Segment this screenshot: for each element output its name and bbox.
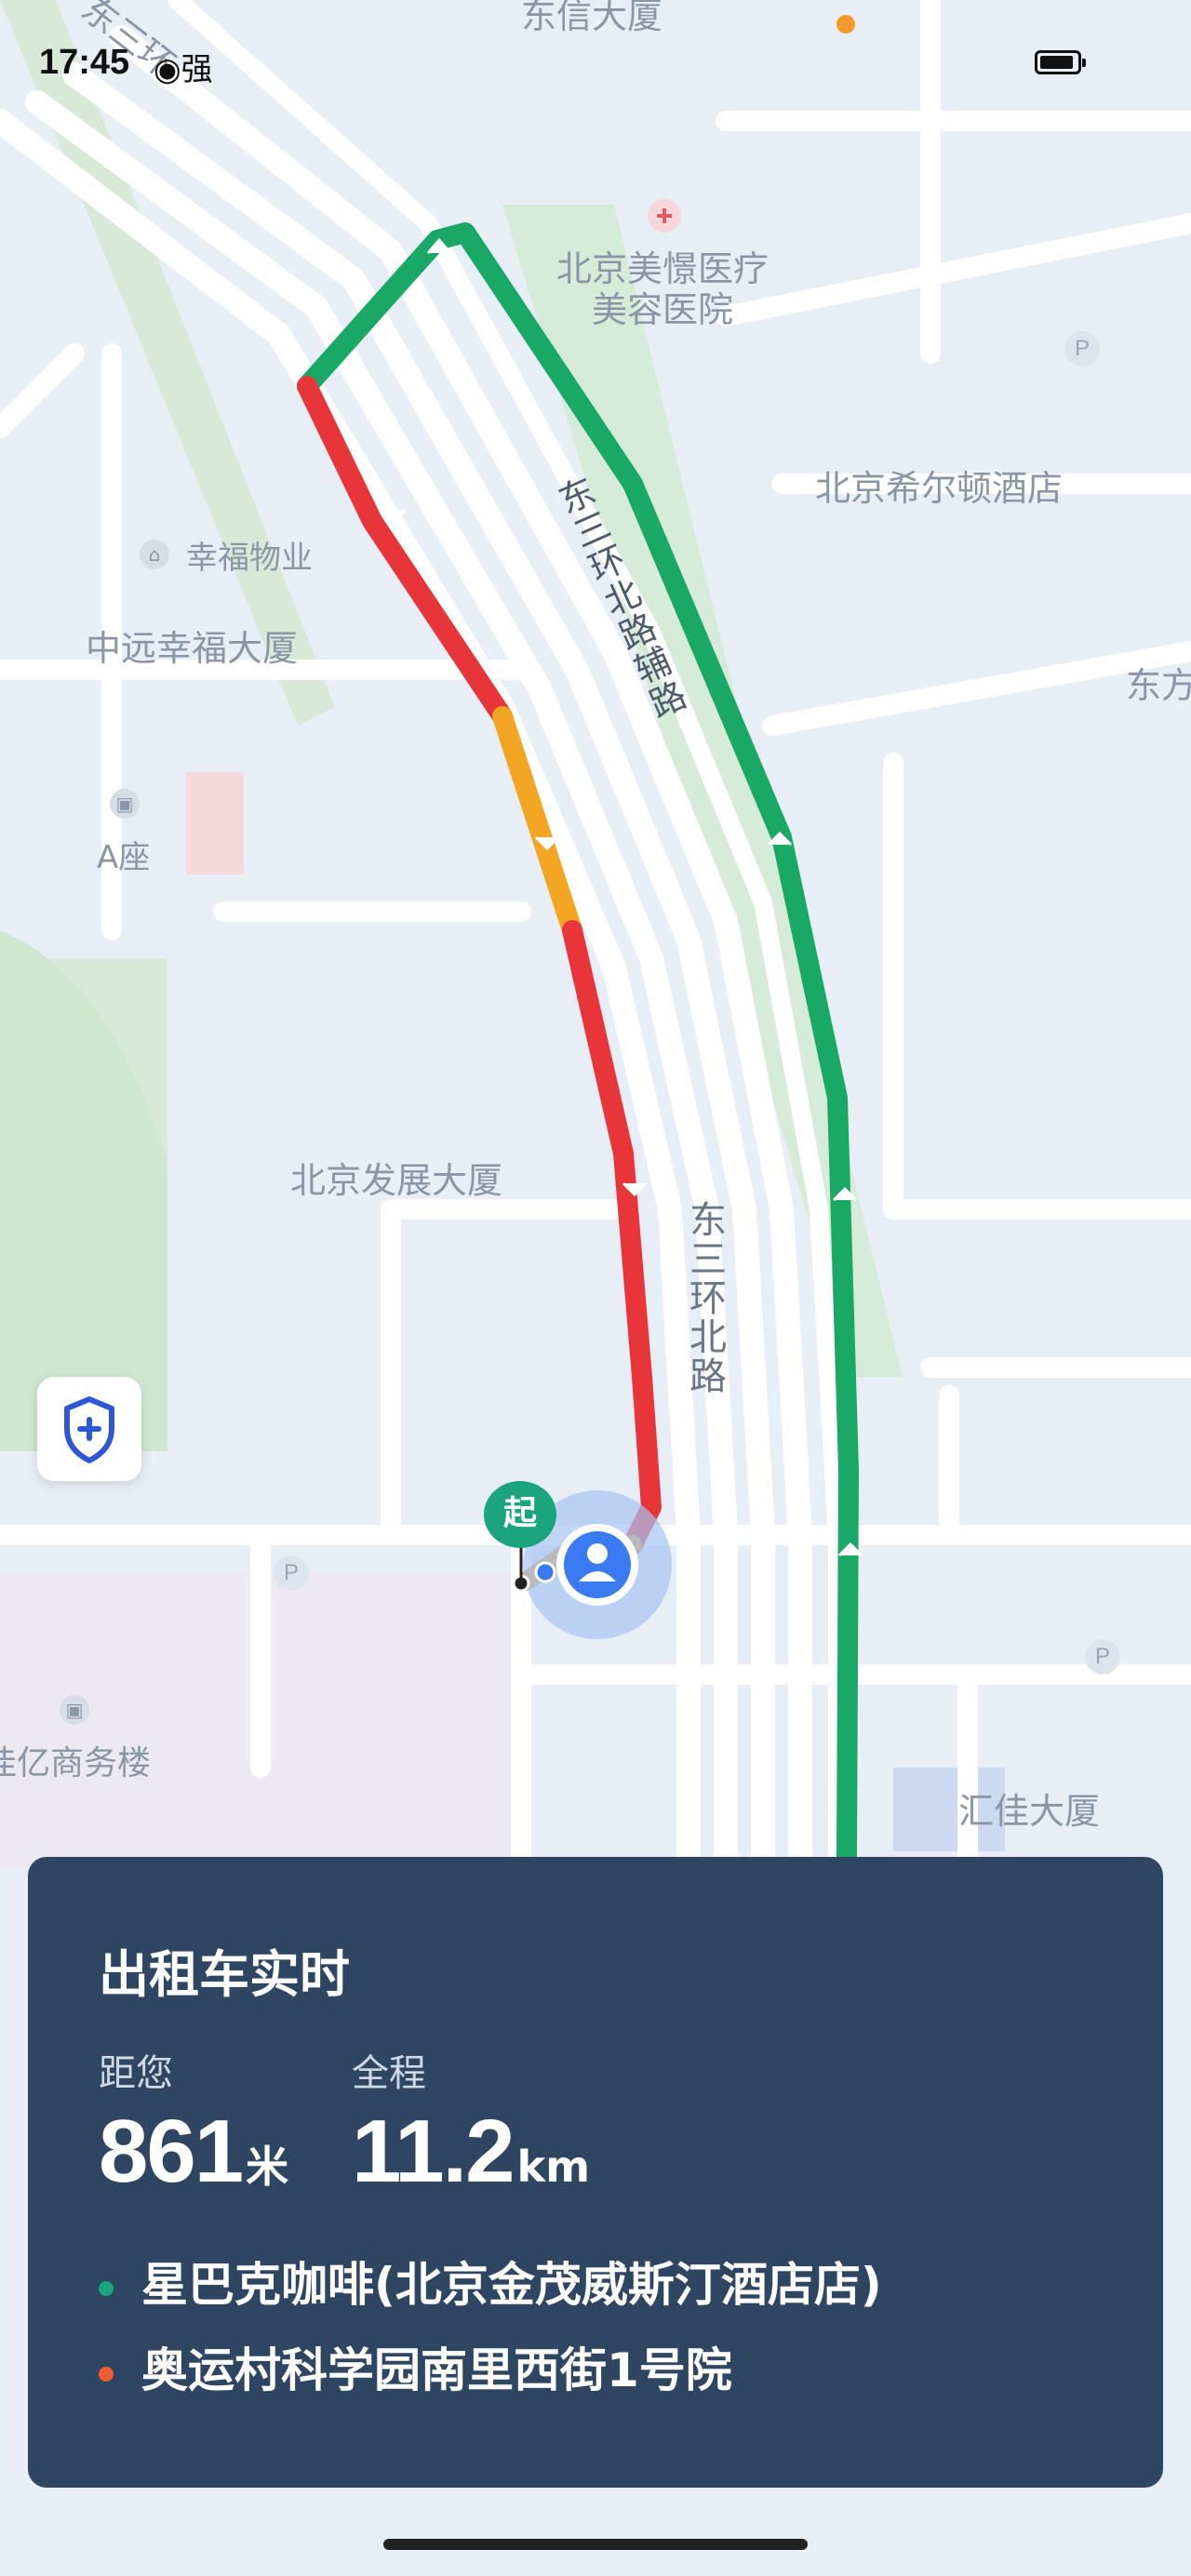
map-label-xingfu-property: 幸福物业 (186, 540, 313, 577)
map-label-east-road: 东三环北路 (683, 1200, 726, 1395)
map-label-hospital-line2: 美容医院 (592, 289, 734, 330)
office-icon: ▣ (110, 789, 140, 819)
user-heading-dot (534, 1561, 556, 1583)
map-label-a-tower: A座 (97, 839, 151, 876)
distance-value: 861米 (99, 2101, 288, 2203)
map-label-fazhan: 北京发展大厦 (290, 1160, 503, 1201)
destination-address: 奥运村科学园南里西街1号院 (141, 2343, 732, 2397)
distance-unit: 米 (246, 2142, 289, 2192)
map-label-hilton: 北京希尔顿酒店 (815, 468, 1064, 509)
map-label-east-edge: 东方 (1126, 665, 1191, 706)
parking-icon: P (1064, 331, 1100, 367)
start-marker[interactable]: 起 (484, 1481, 556, 1548)
map-label-jiayi: 佳亿商务楼 (0, 1744, 152, 1782)
destination-row[interactable]: 奥运村科学园南里西街1号院 (99, 2333, 732, 2400)
status-time: 17:45 (39, 43, 130, 82)
map-label-zhongyuan: 中远幸福大厦 (86, 628, 299, 669)
signal-strength: ◉强 (154, 44, 213, 89)
total-unit: km (516, 2142, 591, 2192)
building (186, 772, 244, 874)
status-bar: 17:45 ◉强 (0, 0, 1191, 121)
distance-label: 距您 (99, 2052, 173, 2095)
user-location-avatar (564, 1531, 631, 1598)
parking-icon: P (1085, 1639, 1120, 1675)
total-number: 11.2 (352, 2102, 515, 2201)
destination-dot-icon (99, 2366, 114, 2382)
property-icon: ⌂ (140, 540, 169, 569)
home-indicator[interactable] (383, 2539, 808, 2550)
origin-row[interactable]: 星巴克咖啡(北京金茂威斯汀酒店店) (99, 2248, 882, 2315)
card-title: 出租车实时 (99, 1945, 350, 2004)
total-value: 11.2km (352, 2101, 590, 2203)
origin-dot-icon (99, 2280, 114, 2296)
signal-icon: ◉ (154, 51, 181, 88)
origin-address: 星巴克咖啡(北京金茂威斯汀酒店店) (141, 2258, 882, 2312)
distance-number: 861 (99, 2102, 244, 2201)
taxi-info-card[interactable]: 出租车实时 距您 861米 全程 11.2km 星巴克咖啡(北京金茂威斯汀酒店店… (28, 1857, 1163, 2488)
parking-icon: P (274, 1555, 309, 1591)
battery-icon (1035, 50, 1086, 74)
safety-button[interactable] (37, 1377, 141, 1481)
office-icon: ▣ (60, 1695, 89, 1725)
map-label-huijia: 汇佳大厦 (958, 1791, 1101, 1832)
shield-plus-icon (64, 1396, 114, 1463)
total-label: 全程 (352, 2052, 426, 2095)
signal-label: 强 (181, 51, 213, 88)
